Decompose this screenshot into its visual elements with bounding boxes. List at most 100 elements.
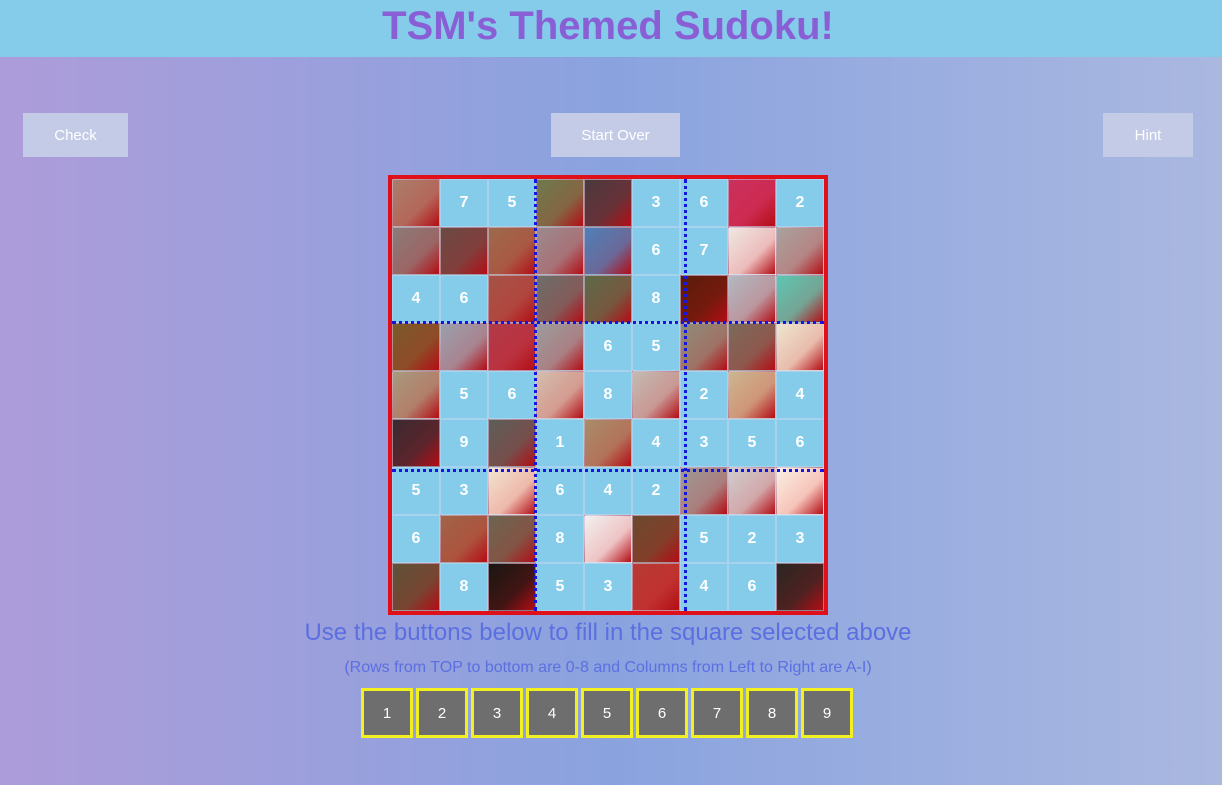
photo-cell[interactable] [536, 179, 584, 227]
photo-cell[interactable] [680, 467, 728, 515]
photo-cell[interactable] [440, 227, 488, 275]
keypad-button-4[interactable]: 4 [526, 688, 578, 738]
photo-cell[interactable] [488, 227, 536, 275]
number-cell[interactable]: 4 [584, 467, 632, 515]
photo-cell[interactable] [584, 515, 632, 563]
number-keypad: 123456789 [361, 688, 853, 738]
photo-cell[interactable] [488, 323, 536, 371]
photo-cell[interactable] [488, 419, 536, 467]
number-cell[interactable]: 5 [536, 563, 584, 611]
photo-cell[interactable] [776, 467, 824, 515]
number-cell[interactable]: 6 [392, 515, 440, 563]
photo-cell[interactable] [488, 515, 536, 563]
photo-cell[interactable] [632, 515, 680, 563]
number-cell[interactable]: 4 [776, 371, 824, 419]
photo-cell[interactable] [536, 323, 584, 371]
number-cell[interactable]: 6 [536, 467, 584, 515]
number-cell[interactable]: 6 [488, 371, 536, 419]
photo-cell[interactable] [632, 371, 680, 419]
number-cell[interactable]: 6 [776, 419, 824, 467]
number-cell[interactable]: 5 [728, 419, 776, 467]
instruction-text: Use the buttons below to fill in the squ… [304, 619, 912, 646]
photo-cell[interactable] [584, 419, 632, 467]
number-cell[interactable]: 2 [632, 467, 680, 515]
number-cell[interactable]: 5 [392, 467, 440, 515]
photo-cell[interactable] [728, 371, 776, 419]
sudoku-board: 75362674686556824914356536426852385346 [388, 175, 828, 615]
keypad-button-3[interactable]: 3 [471, 688, 523, 738]
number-cell[interactable]: 8 [536, 515, 584, 563]
photo-cell[interactable] [392, 371, 440, 419]
keypad-button-6[interactable]: 6 [636, 688, 688, 738]
photo-cell[interactable] [488, 275, 536, 323]
number-cell[interactable]: 2 [680, 371, 728, 419]
number-cell[interactable]: 2 [776, 179, 824, 227]
number-cell[interactable]: 4 [632, 419, 680, 467]
number-cell[interactable]: 8 [632, 275, 680, 323]
number-cell[interactable]: 3 [584, 563, 632, 611]
photo-cell[interactable] [392, 323, 440, 371]
photo-cell[interactable] [392, 227, 440, 275]
photo-cell[interactable] [440, 323, 488, 371]
number-cell[interactable]: 3 [440, 467, 488, 515]
photo-cell[interactable] [584, 179, 632, 227]
number-cell[interactable]: 3 [632, 179, 680, 227]
photo-cell[interactable] [776, 227, 824, 275]
photo-cell[interactable] [440, 515, 488, 563]
number-cell[interactable]: 4 [392, 275, 440, 323]
box-separator [392, 469, 824, 472]
number-cell[interactable]: 7 [440, 179, 488, 227]
photo-cell[interactable] [776, 275, 824, 323]
photo-cell[interactable] [488, 563, 536, 611]
photo-cell[interactable] [728, 227, 776, 275]
number-cell[interactable]: 6 [440, 275, 488, 323]
photo-cell[interactable] [536, 275, 584, 323]
photo-cell[interactable] [728, 275, 776, 323]
keypad-button-8[interactable]: 8 [746, 688, 798, 738]
hint-button[interactable]: Hint [1103, 113, 1193, 157]
number-cell[interactable]: 5 [440, 371, 488, 419]
number-cell[interactable]: 3 [776, 515, 824, 563]
photo-cell[interactable] [584, 227, 632, 275]
keypad-button-7[interactable]: 7 [691, 688, 743, 738]
number-cell[interactable]: 8 [440, 563, 488, 611]
number-cell[interactable]: 8 [584, 371, 632, 419]
check-button[interactable]: Check [23, 113, 128, 157]
photo-cell[interactable] [776, 323, 824, 371]
number-cell[interactable]: 6 [728, 563, 776, 611]
number-cell[interactable]: 5 [632, 323, 680, 371]
keypad-button-1[interactable]: 1 [361, 688, 413, 738]
number-cell[interactable]: 6 [584, 323, 632, 371]
photo-cell[interactable] [392, 563, 440, 611]
number-cell[interactable]: 6 [680, 179, 728, 227]
photo-cell[interactable] [728, 179, 776, 227]
number-cell[interactable]: 6 [632, 227, 680, 275]
photo-cell[interactable] [584, 275, 632, 323]
photo-cell[interactable] [392, 419, 440, 467]
photo-cell[interactable] [728, 323, 776, 371]
photo-cell[interactable] [680, 323, 728, 371]
photo-cell[interactable] [776, 563, 824, 611]
photo-cell[interactable] [536, 227, 584, 275]
box-separator [392, 321, 824, 324]
photo-cell[interactable] [488, 467, 536, 515]
photo-cell[interactable] [632, 563, 680, 611]
photo-cell[interactable] [392, 179, 440, 227]
number-cell[interactable]: 5 [680, 515, 728, 563]
number-cell[interactable]: 5 [488, 179, 536, 227]
keypad-button-9[interactable]: 9 [801, 688, 853, 738]
number-cell[interactable]: 1 [536, 419, 584, 467]
photo-cell[interactable] [536, 371, 584, 419]
photo-cell[interactable] [728, 467, 776, 515]
number-cell[interactable]: 7 [680, 227, 728, 275]
number-cell[interactable]: 4 [680, 563, 728, 611]
photo-cell[interactable] [680, 275, 728, 323]
number-cell[interactable]: 2 [728, 515, 776, 563]
box-separator [684, 179, 687, 611]
start-over-button[interactable]: Start Over [551, 113, 680, 157]
keypad-button-2[interactable]: 2 [416, 688, 468, 738]
sudoku-grid: 75362674686556824914356536426852385346 [392, 179, 824, 611]
number-cell[interactable]: 3 [680, 419, 728, 467]
keypad-button-5[interactable]: 5 [581, 688, 633, 738]
number-cell[interactable]: 9 [440, 419, 488, 467]
